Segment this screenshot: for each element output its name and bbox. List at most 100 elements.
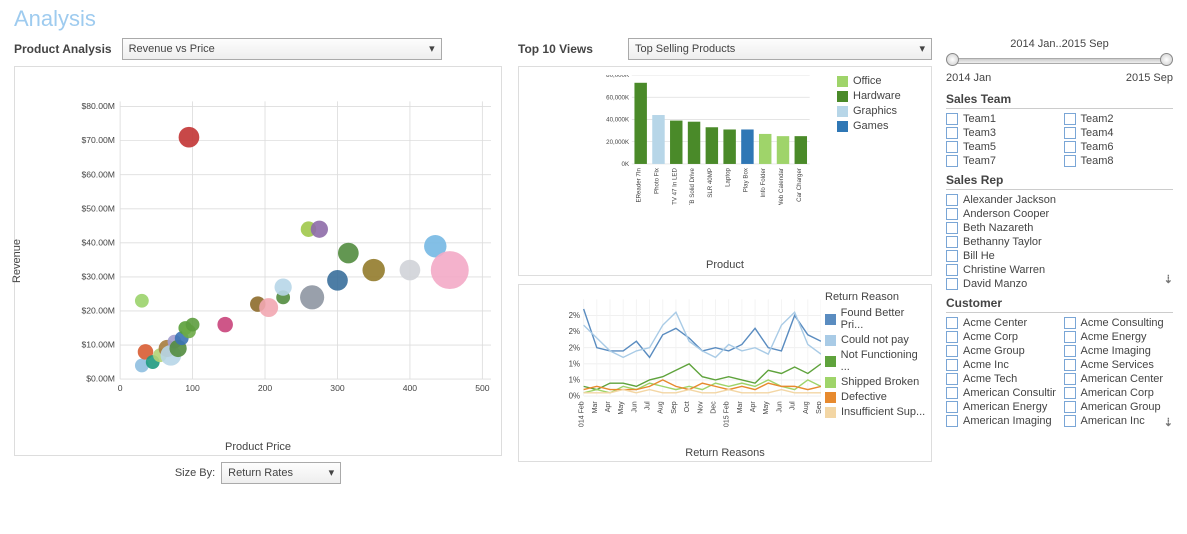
checkbox-icon[interactable] [946,236,958,248]
filter-checkbox-item[interactable]: Acme Consulting [1064,317,1174,329]
filter-checkbox-item[interactable]: Team5 [946,141,1056,153]
checkbox-icon[interactable] [946,373,958,385]
timeline-start-label: 2014 Jan [946,72,991,84]
checkbox-icon[interactable] [946,317,958,329]
filter-checkbox-item[interactable]: Team6 [1064,141,1174,153]
filter-checkbox-item[interactable]: Acme Imaging [1064,345,1174,357]
scatter-chart: Revenue $0.00M$10.00M$20.00M$30.00M$40.0… [14,66,502,456]
svg-text:0%: 0% [569,392,580,401]
svg-text:TV 47 In LED: TV 47 In LED [671,168,678,205]
checkbox-icon[interactable] [946,415,958,427]
svg-text:Web Calendar: Web Calendar [778,168,785,205]
checkbox-icon[interactable] [1064,345,1076,357]
legend-item[interactable]: Could not pay [825,334,927,346]
svg-text:Jun: Jun [631,401,638,412]
svg-text:Oct: Oct [684,401,691,412]
legend-item[interactable]: Graphics [837,105,925,117]
timeline-slider[interactable] [946,52,1173,70]
legend-item[interactable]: Shipped Broken [825,376,927,388]
checkbox-icon[interactable] [1064,317,1076,329]
filter-checkbox-item[interactable]: Team1 [946,113,1056,125]
svg-text:6TB Solid Drive: 6TB Solid Drive [689,167,696,205]
filter-checkbox-item[interactable]: Team4 [1064,127,1174,139]
checkbox-icon[interactable] [946,208,958,220]
checkbox-icon[interactable] [946,387,958,399]
checkbox-icon[interactable] [946,331,958,343]
filter-checkbox-item[interactable]: Acme Services [1064,359,1174,371]
scroll-down-icon[interactable]: ⇣ [1164,273,1173,286]
checkbox-icon[interactable] [946,359,958,371]
filter-checkbox-item[interactable]: David Manzo [946,278,1173,290]
svg-text:Sep: Sep [671,401,678,414]
legend-item[interactable]: Insufficient Sup... [825,406,927,418]
filter-checkbox-item[interactable]: Team7 [946,155,1056,167]
checkbox-icon[interactable] [946,278,958,290]
svg-text:200: 200 [258,383,273,393]
filter-checkbox-item[interactable]: American Group [1064,401,1174,413]
filter-checkbox-item[interactable]: American Center [1064,373,1174,385]
filter-customer: Acme Center Acme Consulting Acme Corp Acme … [946,317,1173,427]
checkbox-icon[interactable] [1064,401,1076,413]
checkbox-icon[interactable] [946,141,958,153]
top10-select[interactable]: Top Selling Products [628,38,932,60]
svg-text:Laptop: Laptop [725,167,732,186]
legend-item[interactable]: Found Better Pri... [825,307,927,331]
filter-checkbox-item[interactable]: Beth Nazareth [946,222,1173,234]
filter-checkbox-item[interactable]: Acme Energy [1064,331,1174,343]
checkbox-icon[interactable] [946,222,958,234]
filter-checkbox-item[interactable]: American Consulting [946,387,1056,399]
legend-item[interactable]: Games [837,120,925,132]
svg-text:$0.00M: $0.00M [86,374,115,384]
filter-checkbox-item[interactable]: American Inc [1064,415,1174,427]
filter-checkbox-item[interactable]: Acme Tech [946,373,1056,385]
filter-checkbox-item[interactable]: American Imaging [946,415,1056,427]
checkbox-icon[interactable] [946,401,958,413]
checkbox-icon[interactable] [946,345,958,357]
checkbox-icon[interactable] [946,250,958,262]
svg-text:40,000K: 40,000K [606,117,630,124]
checkbox-icon[interactable] [1064,331,1076,343]
checkbox-icon[interactable] [1064,113,1076,125]
checkbox-icon[interactable] [946,264,958,276]
filter-checkbox-item[interactable]: American Corp [1064,387,1174,399]
filter-checkbox-item[interactable]: Acme Corp [946,331,1056,343]
column-left: Product Analysis Revenue vs Price Revenu… [0,38,510,492]
product-analysis-label: Product Analysis [14,42,112,56]
legend-item[interactable]: Office [837,75,925,87]
legend-item[interactable]: Defective [825,391,927,403]
checkbox-icon[interactable] [946,127,958,139]
checkbox-icon[interactable] [1064,141,1076,153]
svg-text:$70.00M: $70.00M [81,135,115,145]
checkbox-icon[interactable] [946,113,958,125]
checkbox-icon[interactable] [1064,387,1076,399]
filter-checkbox-item[interactable]: Team2 [1064,113,1174,125]
checkbox-icon[interactable] [946,194,958,206]
svg-text:Info Folder: Info Folder [760,168,767,197]
svg-text:$60.00M: $60.00M [81,169,115,179]
size-by-label: Size By: [175,467,215,479]
svg-text:80,000K: 80,000K [606,75,630,79]
legend-item[interactable]: Not Functioning ... [825,349,927,373]
size-by-select[interactable]: Return Rates [221,462,341,484]
checkbox-icon[interactable] [1064,155,1076,167]
filter-checkbox-item[interactable]: Team3 [946,127,1056,139]
filter-checkbox-item[interactable]: Acme Center [946,317,1056,329]
filter-checkbox-item[interactable]: Team8 [1064,155,1174,167]
checkbox-icon[interactable] [1064,373,1076,385]
filter-checkbox-item[interactable]: Alexander Jackson [946,194,1173,206]
filter-checkbox-item[interactable]: American Energy [946,401,1056,413]
checkbox-icon[interactable] [1064,359,1076,371]
filter-checkbox-item[interactable]: Acme Group [946,345,1056,357]
svg-text:Mar: Mar [592,401,599,414]
filter-checkbox-item[interactable]: Christine Warren [946,264,1173,276]
filter-checkbox-item[interactable]: Anderson Cooper [946,208,1173,220]
checkbox-icon[interactable] [1064,415,1076,427]
filter-checkbox-item[interactable]: Acme Inc [946,359,1056,371]
checkbox-icon[interactable] [946,155,958,167]
legend-item[interactable]: Hardware [837,90,925,102]
product-analysis-select[interactable]: Revenue vs Price [122,38,442,60]
filter-checkbox-item[interactable]: Bethanny Taylor [946,236,1173,248]
scroll-down-icon[interactable]: ⇣ [1164,416,1173,429]
checkbox-icon[interactable] [1064,127,1076,139]
filter-checkbox-item[interactable]: Bill He [946,250,1173,262]
